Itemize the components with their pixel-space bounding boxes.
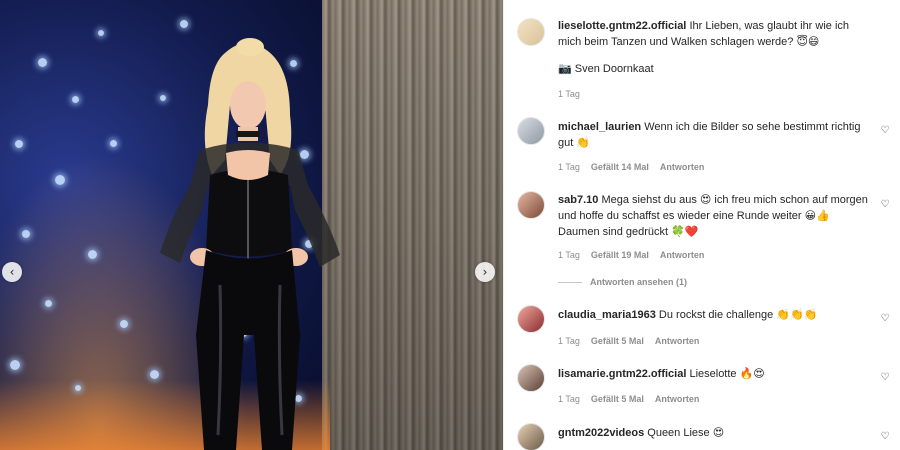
reply-button[interactable]: Antworten xyxy=(655,336,700,346)
photo-credit: 📷 Sven Doornkaat xyxy=(558,63,654,75)
comment-text: Du rockst die challenge 👏👏👏 xyxy=(658,309,818,321)
comment-username[interactable]: gntm2022videos xyxy=(558,427,644,439)
heart-icon[interactable]: ♡ xyxy=(879,125,891,137)
divider xyxy=(558,281,582,283)
comment-meta: 1 Tag Gefällt 19 Mal Antworten xyxy=(558,250,704,260)
avatar[interactable] xyxy=(517,423,545,450)
heart-icon[interactable]: ♡ xyxy=(879,372,891,384)
reply-button[interactable]: Antworten xyxy=(655,394,700,404)
view-replies-button[interactable]: Antworten ansehen (1) xyxy=(558,277,687,287)
likes-count[interactable]: Gefällt 5 Mal xyxy=(591,394,644,404)
avatar[interactable] xyxy=(517,364,545,392)
caption-username[interactable]: lieselotte.gntm22.official xyxy=(558,20,686,32)
performer-figure xyxy=(160,38,340,450)
chevron-left-icon[interactable]: ‹ xyxy=(2,262,22,282)
avatar[interactable] xyxy=(517,18,545,46)
heart-icon[interactable]: ♡ xyxy=(879,313,891,325)
comment-username[interactable]: sab7.10 xyxy=(558,194,598,206)
view-replies-label[interactable]: Antworten ansehen (1) xyxy=(590,277,687,287)
reply-button[interactable]: Antworten xyxy=(660,250,705,260)
timestamp[interactable]: 1 Tag xyxy=(558,162,580,172)
chevron-right-icon[interactable]: › xyxy=(475,262,495,282)
comment-meta: 1 Tag Gefällt 5 Mal Antworten xyxy=(558,394,699,404)
reply-button[interactable]: Antworten xyxy=(660,162,705,172)
timestamp[interactable]: 1 Tag xyxy=(558,336,580,346)
caption-meta: 1 Tag xyxy=(558,89,580,99)
timestamp[interactable]: 1 Tag xyxy=(558,89,580,99)
comment-meta: 1 Tag Gefällt 14 Mal Antworten xyxy=(558,162,704,172)
comment-text: Queen Liese 😍 xyxy=(647,427,725,439)
comment-text: Mega siehst du aus 😍 ich freu mich schon… xyxy=(558,194,868,238)
likes-count[interactable]: Gefällt 14 Mal xyxy=(591,162,649,172)
likes-count[interactable]: Gefällt 5 Mal xyxy=(591,336,644,346)
post-image[interactable]: ‹ › xyxy=(0,0,503,450)
avatar[interactable] xyxy=(517,305,545,333)
heart-icon[interactable]: ♡ xyxy=(879,431,891,443)
comment-username[interactable]: claudia_maria1963 xyxy=(558,309,656,321)
comment-username[interactable]: michael_laurien xyxy=(558,121,641,133)
avatar[interactable] xyxy=(517,117,545,145)
timestamp[interactable]: 1 Tag xyxy=(558,250,580,260)
heart-icon[interactable]: ♡ xyxy=(879,199,891,211)
likes-count[interactable]: Gefällt 19 Mal xyxy=(591,250,649,260)
comment-username[interactable]: lisamarie.gntm22.official xyxy=(558,368,686,380)
timestamp[interactable]: 1 Tag xyxy=(558,394,580,404)
comment-text: Lieselotte 🔥😍 xyxy=(689,368,765,380)
comments-panel[interactable]: lieselotte.gntm22.official Ihr Lieben, w… xyxy=(503,0,900,450)
comment-meta: 1 Tag Gefällt 5 Mal Antworten xyxy=(558,336,699,346)
avatar[interactable] xyxy=(517,191,545,219)
